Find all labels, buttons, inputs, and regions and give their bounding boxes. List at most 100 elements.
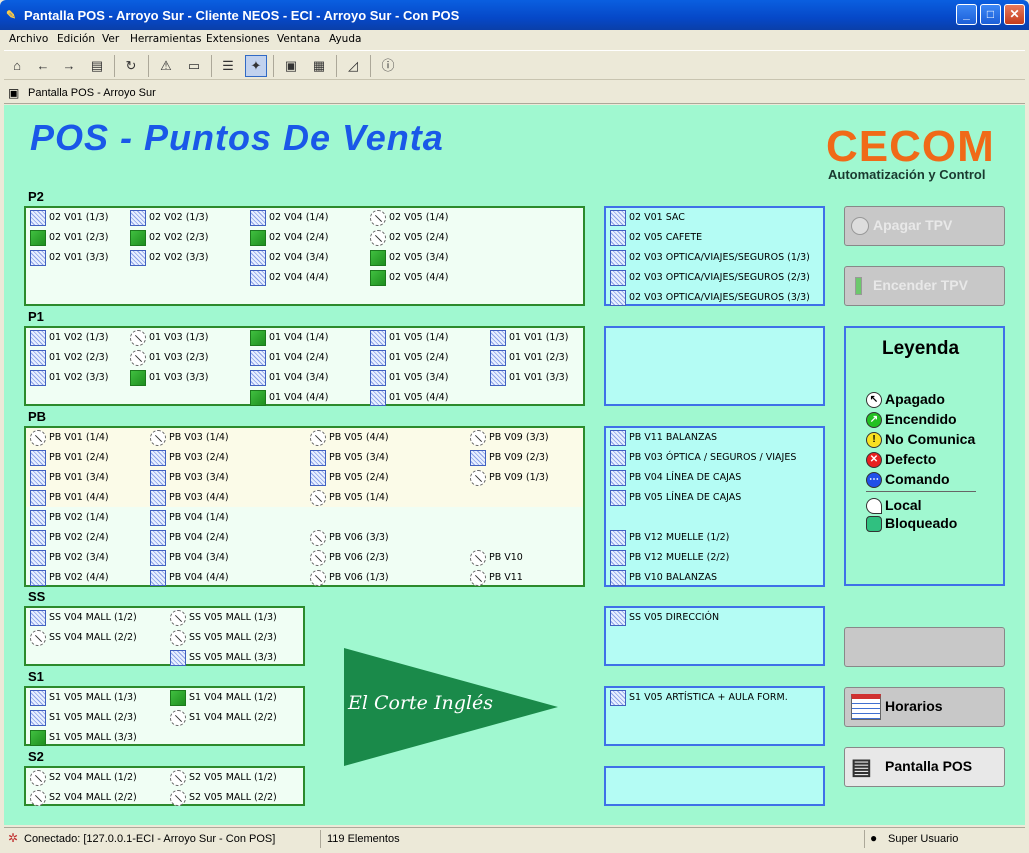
menu-herramientas[interactable]: Herramientas — [130, 33, 202, 45]
pos-terminal[interactable]: PB V06 (3/3) — [310, 529, 389, 547]
pos-view-icon[interactable]: ✦ — [245, 55, 267, 77]
pos-terminal[interactable]: SS V04 MALL (1/2) — [30, 609, 137, 627]
pos-terminal[interactable]: S2 V04 MALL (1/2) — [30, 769, 137, 787]
pos-list-item[interactable]: 02 V03 OPTICA/VIAJES/SEGUROS (1/3) — [610, 249, 810, 267]
up-folder-icon[interactable]: ▤ — [86, 55, 108, 77]
pos-terminal[interactable]: 01 V03 (1/3) — [130, 329, 208, 347]
pos-terminal[interactable]: SS V04 MALL (2/2) — [30, 629, 137, 647]
pos-terminal[interactable]: 02 V02 (2/3) — [130, 229, 208, 247]
refresh-icon[interactable]: ↻ — [120, 55, 142, 77]
window-icon[interactable]: ▭ — [183, 55, 205, 77]
pos-terminal[interactable]: PB V04 (4/4) — [150, 569, 229, 587]
pos-terminal[interactable]: 01 V04 (2/4) — [250, 349, 328, 367]
minimize-button[interactable]: _ — [956, 4, 977, 25]
pos-list-item[interactable]: 02 V03 OPTICA/VIAJES/SEGUROS (2/3) — [610, 269, 810, 287]
forward-arrow-icon[interactable]: → — [58, 55, 80, 77]
pos-terminal[interactable]: PB V02 (4/4) — [30, 569, 109, 587]
pos-terminal[interactable]: 02 V04 (2/4) — [250, 229, 328, 247]
pos-list-item[interactable]: PB V12 MUELLE (1/2) — [610, 529, 729, 547]
pos-terminal[interactable]: PB V03 (4/4) — [150, 489, 229, 507]
pos-terminal[interactable]: 02 V02 (1/3) — [130, 209, 208, 227]
pos-terminal[interactable]: 01 V02 (1/3) — [30, 329, 108, 347]
pos-terminal[interactable]: 02 V05 (3/4) — [370, 249, 448, 267]
pos-terminal[interactable]: PB V05 (2/4) — [310, 469, 389, 487]
pos-list-item[interactable]: PB V03 ÓPTICA / SEGUROS / VIAJES — [610, 449, 796, 467]
pos-terminal[interactable]: S1 V04 MALL (2/2) — [170, 709, 277, 727]
pos-list-item[interactable]: 02 V01 SAC — [610, 209, 685, 227]
pos-terminal[interactable]: 01 V01 (2/3) — [490, 349, 568, 367]
pos-terminal[interactable]: 01 V02 (2/3) — [30, 349, 108, 367]
horarios-button[interactable]: Horarios — [844, 687, 1005, 727]
pos-terminal[interactable]: 01 V03 (2/3) — [130, 349, 208, 367]
pos-terminal[interactable]: 02 V05 (2/4) — [370, 229, 448, 247]
panel-icon[interactable]: ▣ — [280, 55, 302, 77]
pos-terminal[interactable]: PB V06 (2/3) — [310, 549, 389, 567]
pos-terminal[interactable]: PB V11 — [470, 569, 523, 587]
pos-terminal[interactable]: S1 V05 MALL (2/3) — [30, 709, 137, 727]
pos-terminal[interactable]: 02 V04 (1/4) — [250, 209, 328, 227]
pos-terminal[interactable]: PB V02 (1/4) — [30, 509, 109, 527]
ruler-icon[interactable]: ◿ — [342, 55, 364, 77]
document-tab[interactable]: ▣ Pantalla POS - Arroyo Sur — [4, 82, 1025, 104]
pos-terminal[interactable]: S1 V05 MALL (3/3) — [30, 729, 137, 747]
pos-terminal[interactable]: PB V01 (3/4) — [30, 469, 109, 487]
menu-ver[interactable]: Ver — [102, 33, 119, 45]
pos-terminal[interactable]: PB V02 (2/4) — [30, 529, 109, 547]
pos-terminal[interactable]: PB V04 (1/4) — [150, 509, 229, 527]
pos-terminal[interactable]: SS V05 MALL (3/3) — [170, 649, 277, 667]
back-arrow-icon[interactable]: ← — [32, 55, 54, 77]
pos-list-item[interactable]: PB V12 MUELLE (2/2) — [610, 549, 729, 567]
menu-ventana[interactable]: Ventana — [277, 33, 320, 45]
empty-button[interactable] — [844, 627, 1005, 667]
device-icon[interactable]: ▦ — [308, 55, 330, 77]
pos-terminal[interactable]: 02 V05 (4/4) — [370, 269, 448, 287]
pos-terminal[interactable]: 01 V05 (3/4) — [370, 369, 448, 387]
list-icon[interactable]: ☰ — [217, 55, 239, 77]
pos-terminal[interactable]: 02 V05 (1/4) — [370, 209, 448, 227]
pos-terminal[interactable]: 01 V05 (1/4) — [370, 329, 448, 347]
pos-terminal[interactable]: S2 V05 MALL (2/2) — [170, 789, 277, 807]
pos-list-item[interactable]: PB V04 LÍNEA DE CAJAS — [610, 469, 741, 487]
pos-terminal[interactable]: 01 V05 (2/4) — [370, 349, 448, 367]
pos-list-item[interactable]: 02 V05 CAFETE — [610, 229, 702, 247]
maximize-button[interactable]: □ — [980, 4, 1001, 25]
pos-terminal[interactable]: PB V10 — [470, 549, 523, 567]
pos-terminal[interactable]: PB V01 (1/4) — [30, 429, 109, 447]
close-button[interactable]: ✕ — [1004, 4, 1025, 25]
pos-terminal[interactable]: SS V05 MALL (1/3) — [170, 609, 277, 627]
pos-terminal[interactable]: 02 V01 (2/3) — [30, 229, 108, 247]
pos-terminal[interactable]: 02 V04 (3/4) — [250, 249, 328, 267]
pos-terminal[interactable]: PB V03 (1/4) — [150, 429, 229, 447]
pos-terminal[interactable]: 02 V01 (3/3) — [30, 249, 108, 267]
pos-terminal[interactable]: PB V04 (3/4) — [150, 549, 229, 567]
pos-terminal[interactable]: PB V04 (2/4) — [150, 529, 229, 547]
pos-terminal[interactable]: PB V01 (4/4) — [30, 489, 109, 507]
pos-list-item[interactable]: SS V05 DIRECCIÓN — [610, 609, 719, 627]
pos-terminal[interactable]: SS V05 MALL (2/3) — [170, 629, 277, 647]
pos-terminal[interactable]: S2 V04 MALL (2/2) — [30, 789, 137, 807]
menu-edicion[interactable]: Edición — [57, 33, 95, 45]
pos-terminal[interactable]: PB V06 (1/3) — [310, 569, 389, 587]
pos-list-item[interactable]: S1 V05 ARTÍSTICA + AULA FORM. — [610, 689, 788, 707]
menu-extensiones[interactable]: Extensiones — [206, 33, 269, 45]
pos-terminal[interactable]: 01 V01 (1/3) — [490, 329, 568, 347]
pos-terminal[interactable]: PB V09 (2/3) — [470, 449, 549, 467]
menu-ayuda[interactable]: Ayuda — [329, 33, 361, 45]
home-icon[interactable]: ⌂ — [6, 55, 28, 77]
pos-terminal[interactable]: PB V09 (3/3) — [470, 429, 549, 447]
pos-terminal[interactable]: 02 V02 (3/3) — [130, 249, 208, 267]
pos-list-item[interactable]: PB V11 BALANZAS — [610, 429, 717, 447]
pos-terminal[interactable]: 01 V04 (1/4) — [250, 329, 328, 347]
pos-terminal[interactable]: PB V02 (3/4) — [30, 549, 109, 567]
pos-list-item[interactable]: 02 V03 OPTICA/VIAJES/SEGUROS (3/3) — [610, 289, 810, 307]
menu-archivo[interactable]: Archivo — [9, 33, 48, 45]
pos-list-item[interactable]: PB V05 LÍNEA DE CAJAS — [610, 489, 741, 507]
info-icon[interactable]: ⓘ — [377, 55, 399, 77]
pos-terminal[interactable]: 01 V03 (3/3) — [130, 369, 208, 387]
pos-list-item[interactable]: PB V10 BALANZAS — [610, 569, 717, 587]
pantalla-pos-button[interactable]: ▤ Pantalla POS — [844, 747, 1005, 787]
pos-terminal[interactable]: 01 V04 (4/4) — [250, 389, 328, 407]
pos-terminal[interactable]: 02 V04 (4/4) — [250, 269, 328, 287]
pos-terminal[interactable]: S1 V04 MALL (1/2) — [170, 689, 277, 707]
encender-tpv-button[interactable]: Encender TPV — [844, 266, 1005, 306]
